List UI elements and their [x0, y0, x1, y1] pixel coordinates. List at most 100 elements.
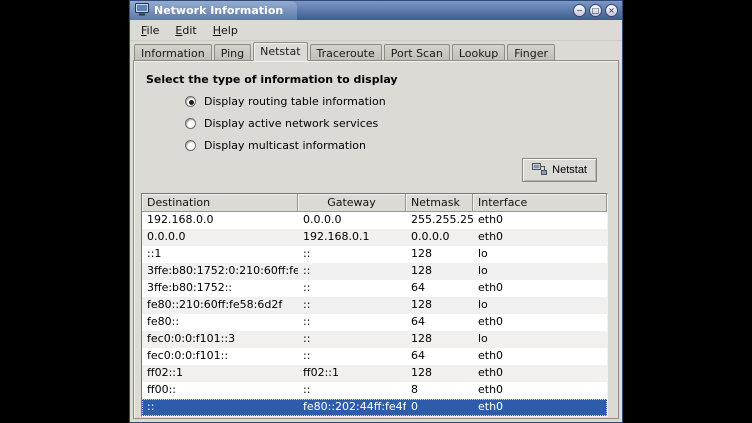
table-cell: ::1 — [142, 246, 298, 263]
close-button[interactable]: × — [605, 4, 618, 17]
table-row[interactable]: 192.168.0.0 0.0.0.0 255.255.255.0 eth0 — [142, 212, 607, 229]
window-title: Network Information — [154, 4, 283, 17]
column-header-interface[interactable]: Interface — [473, 194, 607, 212]
netstat-button-label: Netstat — [552, 164, 587, 176]
radio-label[interactable]: Display multicast information — [204, 139, 366, 152]
network-information-window: Network Information − □ × File Edit Help… — [129, 0, 623, 423]
radio-button-icon[interactable] — [185, 118, 196, 129]
table-cell: eth0 — [473, 280, 607, 297]
tab-netstat[interactable]: Netstat — [253, 42, 307, 61]
table-cell: :: — [298, 263, 406, 280]
tab-lookup[interactable]: Lookup — [452, 44, 505, 61]
titlebar[interactable]: Network Information − □ × — [130, 1, 622, 20]
table-cell: 128 — [406, 297, 473, 314]
table-row[interactable]: 0.0.0.0 192.168.0.1 0.0.0.0 eth0 — [142, 229, 607, 246]
table-cell: 0.0.0.0 — [298, 212, 406, 229]
table-cell: lo — [473, 263, 607, 280]
column-header-destination[interactable]: Destination — [142, 194, 298, 212]
maximize-button[interactable]: □ — [589, 4, 602, 17]
radio-button-icon[interactable] — [185, 96, 196, 107]
table-cell: :: — [298, 314, 406, 331]
table-cell: fe80::210:60ff:fe58:6d2f — [142, 297, 298, 314]
column-header-gateway[interactable]: Gateway — [298, 194, 406, 212]
tab-traceroute[interactable]: Traceroute — [310, 44, 382, 61]
radio-routing-table[interactable]: Display routing table information — [185, 95, 618, 108]
table-row[interactable]: fe80::210:60ff:fe58:6d2f :: 128 lo — [142, 297, 607, 314]
tab-port-scan[interactable]: Port Scan — [384, 44, 450, 61]
table-cell: 64 — [406, 348, 473, 365]
table-cell: 3ffe:b80:1752:: — [142, 280, 298, 297]
table-cell: 8 — [406, 382, 473, 399]
column-header-netmask[interactable]: Netmask — [406, 194, 473, 212]
tab-ping[interactable]: Ping — [214, 44, 251, 61]
table-cell: 0 — [406, 399, 473, 416]
radio-multicast[interactable]: Display multicast information — [185, 139, 618, 152]
network-socket-icon — [532, 162, 547, 179]
table-cell: 128 — [406, 365, 473, 382]
table-cell: 128 — [406, 246, 473, 263]
table-row[interactable]: fe80:: :: 64 eth0 — [142, 314, 607, 331]
table-cell: lo — [473, 331, 607, 348]
table-cell: 64 — [406, 280, 473, 297]
menu-edit[interactable]: Edit — [167, 21, 204, 40]
section-label: Select the type of information to displa… — [146, 73, 618, 86]
menubar: File Edit Help — [130, 20, 622, 41]
table-cell: eth0 — [473, 314, 607, 331]
table-cell: 192.168.0.1 — [298, 229, 406, 246]
table-cell: 255.255.255.0 — [406, 212, 473, 229]
netstat-button[interactable]: Netstat — [522, 158, 597, 182]
titlebar-tab[interactable]: Network Information — [130, 1, 297, 20]
radio-label[interactable]: Display active network services — [204, 117, 378, 130]
menu-help[interactable]: Help — [205, 21, 246, 40]
netstat-panel: Select the type of information to displa… — [133, 60, 619, 419]
table-cell: 0.0.0.0 — [142, 229, 298, 246]
table-cell: ff02::1 — [142, 365, 298, 382]
minimize-button[interactable]: − — [573, 4, 586, 17]
table-cell: ff02::1 — [298, 365, 406, 382]
table-cell: 64 — [406, 314, 473, 331]
menu-file[interactable]: File — [133, 21, 167, 40]
table-cell: eth0 — [473, 399, 607, 416]
table-cell: 128 — [406, 331, 473, 348]
table-cell: :: — [142, 399, 298, 416]
routing-table: Destination Gateway Netmask Interface 19… — [141, 193, 608, 417]
window-controls: − □ × — [573, 4, 622, 17]
table-row[interactable]: ::1 :: 128 lo — [142, 246, 607, 263]
table-row[interactable]: ff00:: :: 8 eth0 — [142, 382, 607, 399]
desktop-background: Network Information − □ × File Edit Help… — [0, 0, 752, 423]
tab-information[interactable]: Information — [134, 44, 212, 61]
table-row-selected[interactable]: :: fe80::202:44ff:fe4f:83e1 0 eth0 — [142, 399, 607, 416]
table-cell: :: — [298, 348, 406, 365]
radio-button-icon[interactable] — [185, 140, 196, 151]
table-cell: :: — [298, 280, 406, 297]
table-cell: 128 — [406, 263, 473, 280]
table-cell: :: — [298, 382, 406, 399]
table-header: Destination Gateway Netmask Interface — [142, 194, 607, 212]
tab-finger[interactable]: Finger — [507, 44, 555, 61]
table-cell: 3ffe:b80:1752:0:210:60ff:fe58:6d2f — [142, 263, 298, 280]
table-row[interactable]: 3ffe:b80:1752:: :: 64 eth0 — [142, 280, 607, 297]
table-cell: lo — [473, 297, 607, 314]
table-cell: eth0 — [473, 229, 607, 246]
radio-label[interactable]: Display routing table information — [204, 95, 386, 108]
table-row[interactable]: fec0:0:0:f101::3 :: 128 lo — [142, 331, 607, 348]
table-row[interactable]: fec0:0:0:f101:: :: 64 eth0 — [142, 348, 607, 365]
table-cell: 0.0.0.0 — [406, 229, 473, 246]
radio-active-services[interactable]: Display active network services — [185, 117, 618, 130]
table-row[interactable]: 3ffe:b80:1752:0:210:60ff:fe58:6d2f :: 12… — [142, 263, 607, 280]
table-cell: lo — [473, 246, 607, 263]
table-cell: ff00:: — [142, 382, 298, 399]
table-row[interactable]: ff02::1 ff02::1 128 eth0 — [142, 365, 607, 382]
table-cell: :: — [298, 246, 406, 263]
table-cell: eth0 — [473, 365, 607, 382]
table-cell: fec0:0:0:f101:: — [142, 348, 298, 365]
table-cell: eth0 — [473, 382, 607, 399]
table-cell: :: — [298, 331, 406, 348]
table-cell: eth0 — [473, 212, 607, 229]
table-cell: fec0:0:0:f101::3 — [142, 331, 298, 348]
button-row: Netstat — [522, 158, 597, 182]
table-cell: eth0 — [473, 348, 607, 365]
table-cell: fe80::202:44ff:fe4f:83e1 — [298, 399, 406, 416]
table-cell: :: — [298, 297, 406, 314]
network-monitor-icon — [135, 1, 149, 20]
